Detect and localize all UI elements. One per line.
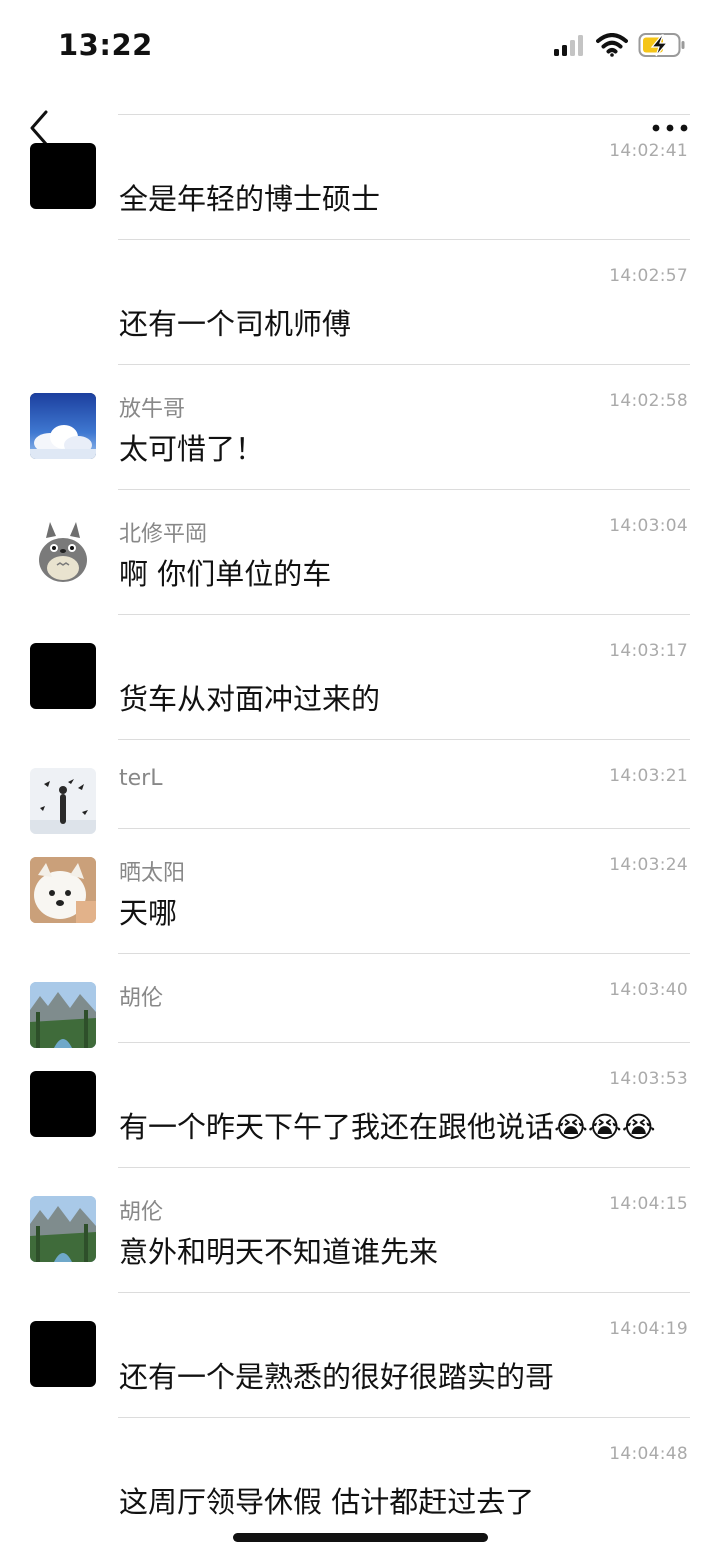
message-text: 太可惜了！ [119,432,265,466]
message-text: 天哪 [119,896,178,930]
message-time: 14:03:21 [609,766,688,786]
message-item[interactable]: 14:04:48 这周厅领导休假 估计都赶过去了 [0,1417,720,1542]
message-time: 14:03:24 [609,855,688,875]
divider [118,239,690,240]
message-item[interactable]: 胡伦 14:03:40 [0,953,720,1048]
message-item[interactable]: 14:02:41 全是年轻的博士硕士 [0,114,720,239]
message-text: 这周厅领导休假 估计都赶过去了 [119,1485,535,1519]
avatar[interactable] [30,143,96,209]
message-time: 14:04:19 [609,1319,688,1339]
sender-name: 晒太阳 [119,861,186,886]
avatar[interactable] [30,1321,96,1387]
message-item[interactable]: terL 14:03:21 [0,739,720,834]
message-time: 14:04:15 [609,1194,688,1214]
message-text: 全是年轻的博士硕士 [119,182,381,216]
avatar[interactable] [30,643,96,709]
status-bar: 13:22 [0,0,720,90]
divider [118,1417,690,1418]
message-item[interactable]: 晒太阳 14:03:24 天哪 [0,828,720,953]
message-time: 14:04:48 [609,1444,688,1464]
message-text: 还有一个是熟悉的很好很踏实的哥 [119,1360,555,1394]
sender-name: 北修平岡 [119,522,208,547]
divider [118,953,690,954]
sender-name: terL [119,766,163,791]
wifi-icon [596,33,628,57]
message-text: 还有一个司机师傅 [119,307,352,341]
message-time: 14:03:17 [609,641,688,661]
message-time: 14:02:58 [609,391,688,411]
message-time: 14:03:04 [609,516,688,536]
status-icons [554,31,686,59]
message-text: 有一个昨天下午了我还在跟他说话😭😭😭 [119,1110,656,1144]
sender-name: 胡伦 [119,986,164,1011]
message-item[interactable]: 14:03:17 货车从对面冲过来的 [0,614,720,739]
message-text: 货车从对面冲过来的 [119,682,381,716]
message-text: 意外和明天不知道谁先来 [119,1235,439,1269]
divider [118,364,690,365]
home-indicator[interactable] [233,1533,488,1542]
avatar[interactable] [30,1071,96,1137]
divider [118,1167,690,1168]
avatar[interactable] [30,518,96,584]
avatar[interactable] [30,393,96,459]
divider [118,489,690,490]
divider [118,1292,690,1293]
divider [118,1042,690,1043]
avatar[interactable] [30,857,96,923]
divider [118,739,690,740]
message-item[interactable]: 北修平岡 14:03:04 啊 你们单位的车 [0,489,720,614]
avatar[interactable] [30,768,96,834]
divider [118,614,690,615]
message-text: 啊 你们单位的车 [119,557,332,591]
message-item[interactable]: 14:03:53 有一个昨天下午了我还在跟他说话😭😭😭 [0,1042,720,1167]
avatar[interactable] [30,982,96,1048]
divider [118,828,690,829]
battery-charging-icon [638,32,686,58]
message-item[interactable]: 胡伦 14:04:15 意外和明天不知道谁先来 [0,1167,720,1292]
message-item[interactable]: 放牛哥 14:02:58 太可惜了！ [0,364,720,489]
message-time: 14:03:53 [609,1069,688,1089]
divider [118,114,690,115]
message-item[interactable]: 14:02:57 还有一个司机师傅 [0,239,720,364]
message-list[interactable]: 14:02:41 全是年轻的博士硕士 14:02:57 还有一个司机师傅 放牛哥… [0,114,720,1542]
status-time: 13:22 [58,28,153,62]
message-time: 14:02:41 [609,141,688,161]
sender-name: 放牛哥 [119,397,186,422]
message-time: 14:02:57 [609,266,688,286]
sender-name: 胡伦 [119,1200,164,1225]
cellular-signal-icon [554,34,586,56]
message-item[interactable]: 14:04:19 还有一个是熟悉的很好很踏实的哥 [0,1292,720,1417]
message-time: 14:03:40 [609,980,688,1000]
avatar[interactable] [30,1196,96,1262]
